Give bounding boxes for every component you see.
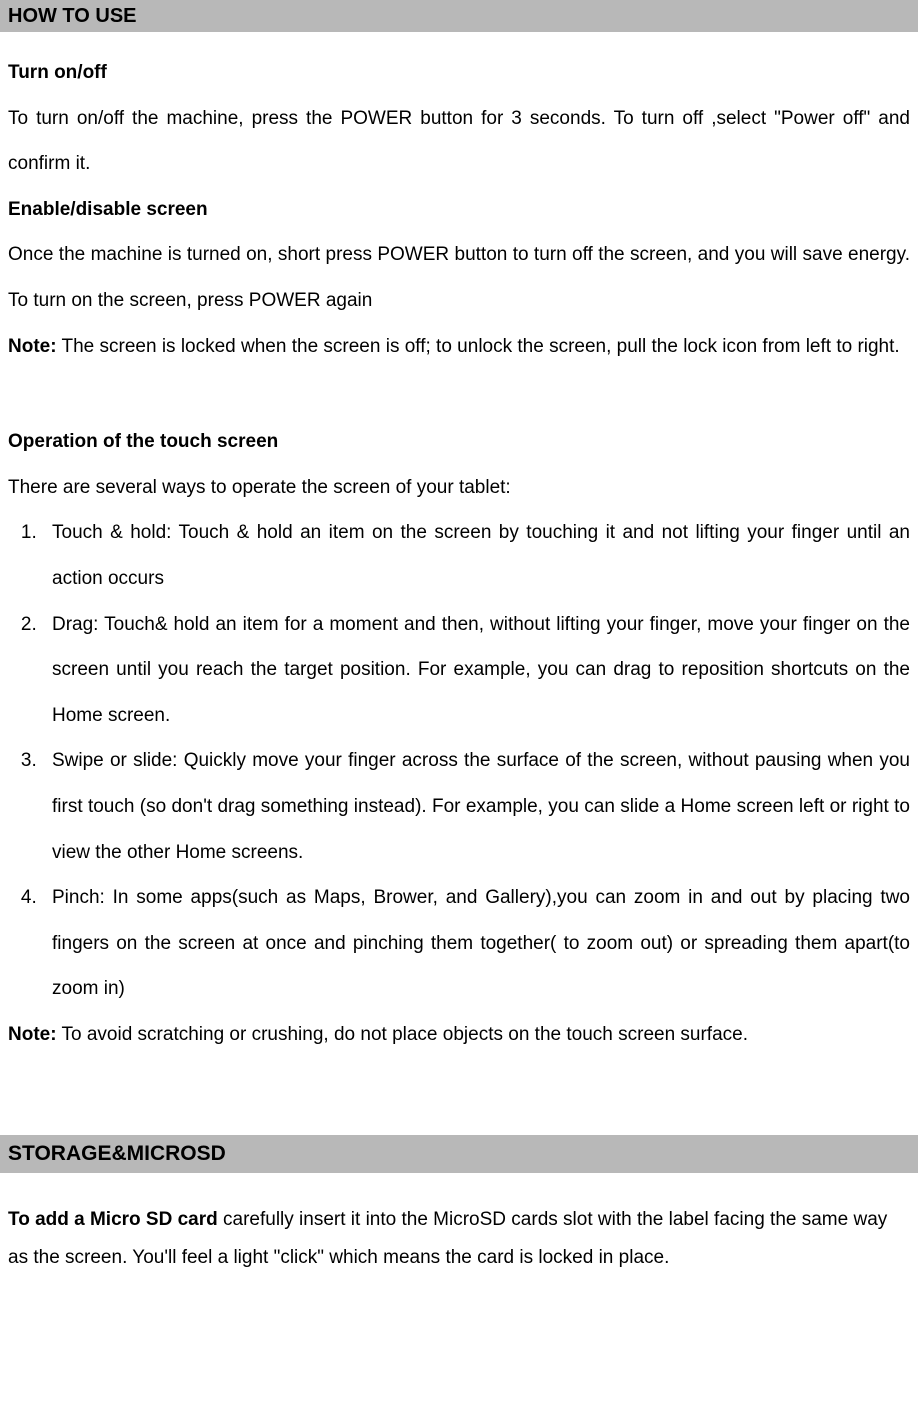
list-item: Pinch: In some apps(such as Maps, Brower… — [42, 875, 910, 1012]
list-item: Drag: Touch& hold an item for a moment a… — [42, 602, 910, 739]
paragraph-note-scratch: Note: To avoid scratching or crushing, d… — [0, 1012, 918, 1058]
subheading-turn-on-off: Turn on/off — [0, 50, 918, 96]
paragraph-microsd: To add a Micro SD card carefully insert … — [0, 1201, 918, 1277]
paragraph-enable-disable-screen: Once the machine is turned on, short pre… — [0, 232, 918, 323]
note-text: To avoid scratching or crushing, do not … — [57, 1024, 748, 1045]
paragraph-note-lock: Note: The screen is locked when the scre… — [0, 324, 918, 370]
note-label: Note: — [8, 1024, 57, 1045]
list-item: Swipe or slide: Quickly move your finger… — [42, 738, 910, 875]
note-text: The screen is locked when the screen is … — [57, 336, 900, 357]
paragraph-turn-on-off: To turn on/off the machine, press the PO… — [0, 96, 918, 187]
note-label: Note: — [8, 336, 57, 357]
numbered-list: Touch & hold: Touch & hold an item on th… — [0, 510, 918, 1012]
spacer — [0, 369, 918, 419]
section-header-how-to-use: HOW TO USE — [0, 0, 918, 32]
list-item: Touch & hold: Touch & hold an item on th… — [42, 510, 910, 601]
section-header-storage-microsd: STORAGE&MICROSD — [0, 1135, 918, 1172]
subheading-enable-disable-screen: Enable/disable screen — [0, 187, 918, 233]
paragraph-intro-ways: There are several ways to operate the sc… — [0, 465, 918, 511]
spacer — [0, 1057, 918, 1107]
subheading-operation-touch-screen: Operation of the touch screen — [0, 419, 918, 465]
bold-lead: To add a Micro SD card — [8, 1209, 218, 1230]
